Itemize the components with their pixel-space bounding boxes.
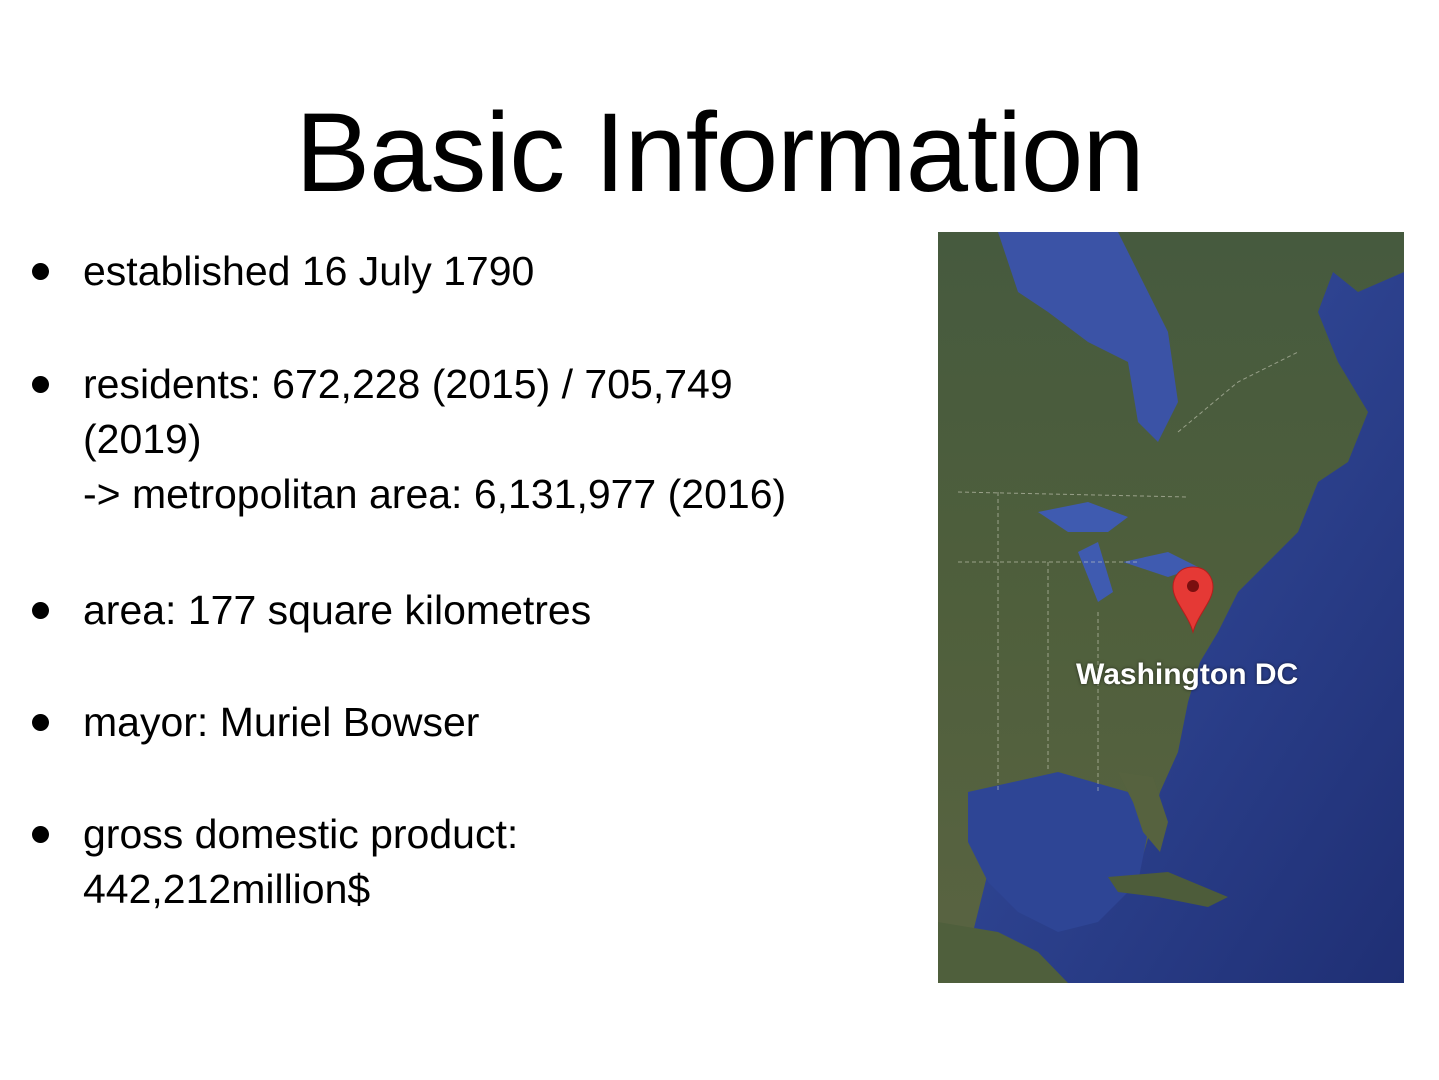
bullet-text: mayor: Muriel Bowser	[83, 699, 480, 745]
slide: Basic Information established 16 July 17…	[0, 0, 1439, 1080]
bullet-text: 442,212million$	[83, 866, 371, 912]
slide-title: Basic Information	[295, 90, 1144, 215]
bullet-text: established 16 July 1790	[83, 248, 535, 294]
bullet-dot	[32, 263, 49, 280]
bullet-text: (2019)	[83, 416, 202, 462]
bullet-dot	[32, 714, 49, 731]
map-graphic	[938, 232, 1404, 983]
bullet-text: -> metropolitan area: 6,131,977 (2016)	[83, 471, 787, 517]
satellite-map-image: Washington DC	[938, 232, 1404, 983]
map-location-label: Washington DC	[1076, 658, 1299, 691]
bullet-dot	[32, 602, 49, 619]
bullet-text: gross domestic product:	[83, 811, 519, 857]
bullet-text: area: 177 square kilometres	[83, 587, 592, 633]
bullet-dot	[32, 826, 49, 843]
bullet-dot	[32, 376, 49, 393]
bullet-text: residents: 672,228 (2015) / 705,749	[83, 361, 733, 407]
